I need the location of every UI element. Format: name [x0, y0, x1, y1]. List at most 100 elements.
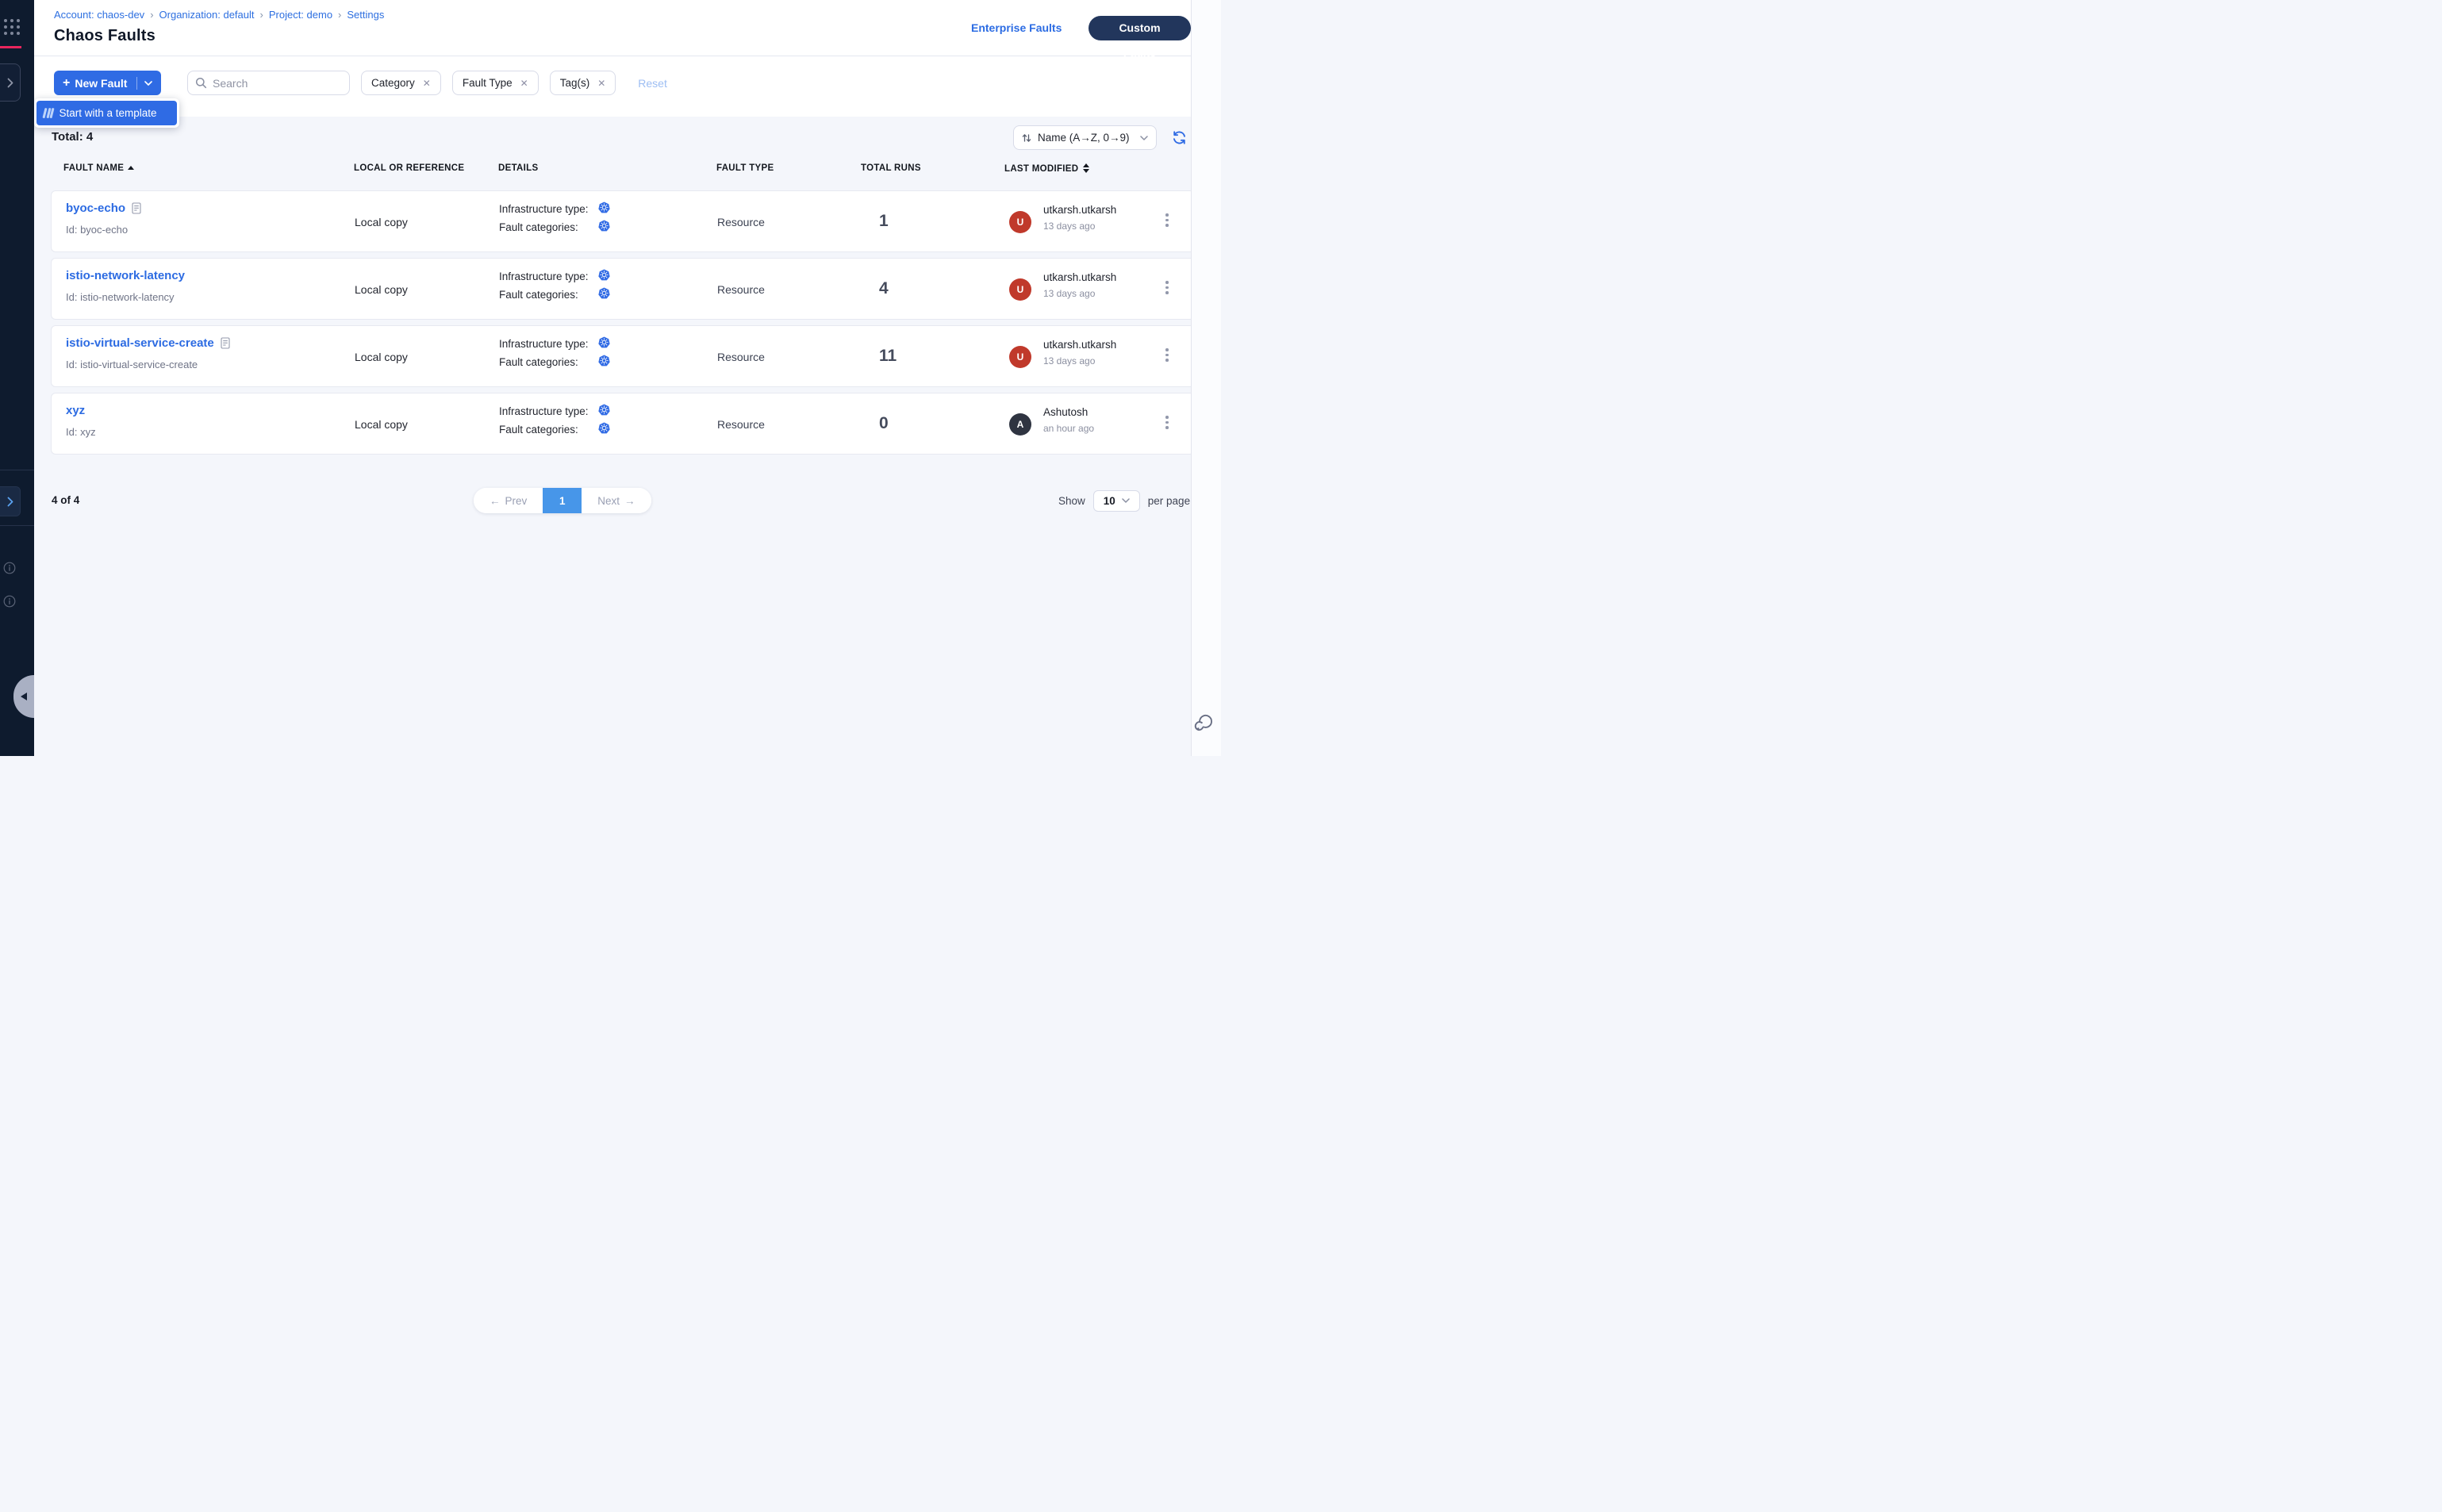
pagination-summary: 4 of 4	[52, 494, 79, 506]
infrastructure-type-label: Infrastructure type:	[499, 203, 589, 215]
chevron-down-icon	[1122, 498, 1130, 503]
fault-type-value: Resource	[717, 216, 765, 228]
page-size-select[interactable]: 10	[1093, 490, 1140, 512]
modified-by: utkarsh.utkarsh	[1043, 271, 1116, 283]
fault-name-link[interactable]: istio-network-latency	[66, 269, 185, 282]
breadcrumb-settings-link[interactable]: Settings	[347, 9, 384, 21]
fault-categories-label: Fault categories:	[499, 289, 578, 301]
search-input[interactable]	[213, 77, 340, 90]
row-menu-button[interactable]	[1161, 213, 1173, 231]
reset-filters-button[interactable]: Reset	[638, 77, 667, 90]
fault-id: Id: istio-virtual-service-create	[66, 359, 198, 370]
sort-arrows-icon	[1022, 133, 1031, 143]
breadcrumb-account-link[interactable]: Account: chaos-dev	[54, 9, 144, 21]
toolbar: + New Fault Start with a template Catego…	[34, 56, 1191, 117]
kubernetes-icon	[598, 336, 610, 352]
column-fault-name[interactable]: FAULT NAME	[63, 163, 134, 173]
table-row[interactable]: istio-virtual-service-create Id: istio-v…	[51, 325, 1195, 387]
expand-nav-button[interactable]	[0, 63, 21, 102]
modified-by: utkarsh.utkarsh	[1043, 204, 1116, 216]
total-count-label: Total: 4	[52, 130, 93, 144]
fault-name-link[interactable]: istio-virtual-service-create	[66, 336, 214, 350]
breadcrumb-separator: ›	[150, 9, 153, 21]
table-row[interactable]: istio-network-latency Id: istio-network-…	[51, 258, 1195, 320]
total-runs-value: 0	[879, 414, 889, 433]
fault-table-body: byoc-echo Id: byoc-echo Local copy Infra…	[51, 190, 1195, 460]
chevron-down-icon[interactable]	[144, 81, 152, 86]
row-menu-button[interactable]	[1161, 348, 1173, 366]
infrastructure-type-label: Infrastructure type:	[499, 405, 589, 417]
enterprise-faults-link[interactable]: Enterprise Faults	[971, 21, 1062, 34]
total-runs-value: 11	[879, 347, 897, 366]
row-menu-button[interactable]	[1161, 281, 1173, 298]
prev-page-button[interactable]: ←Prev	[474, 488, 543, 513]
fault-categories-label: Fault categories:	[499, 221, 578, 233]
template-library-icon	[44, 108, 53, 118]
sort-dropdown[interactable]: Name (A→Z, 0→9)	[1013, 125, 1157, 150]
breadcrumb: Account: chaos-dev › Organization: defau…	[54, 9, 384, 21]
expand-panel-button[interactable]	[0, 486, 21, 516]
chip-label: Fault Type	[463, 77, 513, 89]
search-box	[187, 71, 350, 95]
close-icon[interactable]: ✕	[597, 78, 605, 89]
breadcrumb-separator: ›	[260, 9, 263, 21]
fault-id: Id: istio-network-latency	[66, 291, 175, 303]
avatar: U	[1009, 211, 1031, 233]
template-menu-label: Start with a template	[60, 107, 157, 119]
category-filter-chip[interactable]: Category ✕	[361, 71, 441, 95]
close-icon[interactable]: ✕	[423, 78, 431, 89]
breadcrumb-organization-link[interactable]: Organization: default	[159, 9, 255, 21]
total-runs-value: 1	[879, 212, 889, 231]
kubernetes-icon	[598, 220, 610, 236]
triangle-left-icon	[21, 693, 27, 700]
page-size-control: Show 10 per page	[1058, 488, 1190, 513]
chevron-right-icon	[7, 78, 13, 88]
sidebar-collapse-handle[interactable]	[13, 675, 34, 718]
custom-faults-button[interactable]: Custom Faults	[1089, 16, 1191, 40]
main-content: Account: chaos-dev › Organization: defau…	[34, 0, 1221, 756]
kubernetes-icon	[598, 404, 610, 420]
copy-icon[interactable]	[221, 337, 230, 349]
breadcrumb-project-link[interactable]: Project: demo	[269, 9, 332, 21]
new-fault-button[interactable]: + New Fault	[54, 71, 161, 95]
apps-grid-icon[interactable]	[4, 19, 20, 35]
kubernetes-icon	[598, 422, 610, 438]
fault-categories-label: Fault categories:	[499, 424, 578, 436]
page-header: Account: chaos-dev › Organization: defau…	[34, 0, 1191, 56]
next-page-button[interactable]: Next→	[582, 488, 651, 513]
close-icon[interactable]: ✕	[520, 78, 528, 89]
chevron-down-icon	[1140, 136, 1148, 140]
filter-chips: Category ✕ Fault Type ✕ Tag(s) ✕ Reset	[361, 71, 667, 95]
modified-at: 13 days ago	[1043, 221, 1095, 232]
kubernetes-icon	[598, 269, 610, 285]
support-chat-icon[interactable]	[1192, 712, 1215, 735]
table-row[interactable]: xyz Id: xyz Local copy Infrastructure ty…	[51, 393, 1195, 455]
chip-label: Category	[371, 77, 415, 89]
kubernetes-icon	[598, 201, 610, 217]
fault-type-value: Resource	[717, 351, 765, 363]
start-with-template-menu-item[interactable]: Start with a template	[36, 101, 177, 125]
fault-type-value: Resource	[717, 418, 765, 431]
page-1-button[interactable]: 1	[543, 488, 582, 513]
copy-icon[interactable]	[132, 202, 141, 214]
sort-selected-value: Name (A→Z, 0→9)	[1038, 132, 1134, 144]
refresh-button[interactable]	[1172, 130, 1187, 145]
tags-filter-chip[interactable]: Tag(s) ✕	[550, 71, 616, 95]
scrollbar-gutter	[1191, 0, 1221, 756]
row-menu-button[interactable]	[1161, 416, 1173, 433]
avatar: U	[1009, 346, 1031, 368]
column-last-modified[interactable]: LAST MODIFIED	[1004, 163, 1089, 174]
per-page-label: per page	[1148, 495, 1190, 507]
fault-name-link[interactable]: xyz	[66, 404, 85, 417]
fault-name-link[interactable]: byoc-echo	[66, 201, 125, 215]
fault-type-filter-chip[interactable]: Fault Type ✕	[452, 71, 539, 95]
fault-id: Id: byoc-echo	[66, 224, 128, 236]
help-info-icon[interactable]	[3, 595, 16, 608]
sort-both-icon	[1083, 163, 1089, 173]
table-row[interactable]: byoc-echo Id: byoc-echo Local copy Infra…	[51, 190, 1195, 252]
modified-at: 13 days ago	[1043, 355, 1095, 366]
page-size-value: 10	[1104, 495, 1115, 507]
info-icon[interactable]	[3, 562, 16, 574]
sidebar-divider	[0, 525, 34, 526]
brand-accent-bar	[0, 46, 21, 48]
